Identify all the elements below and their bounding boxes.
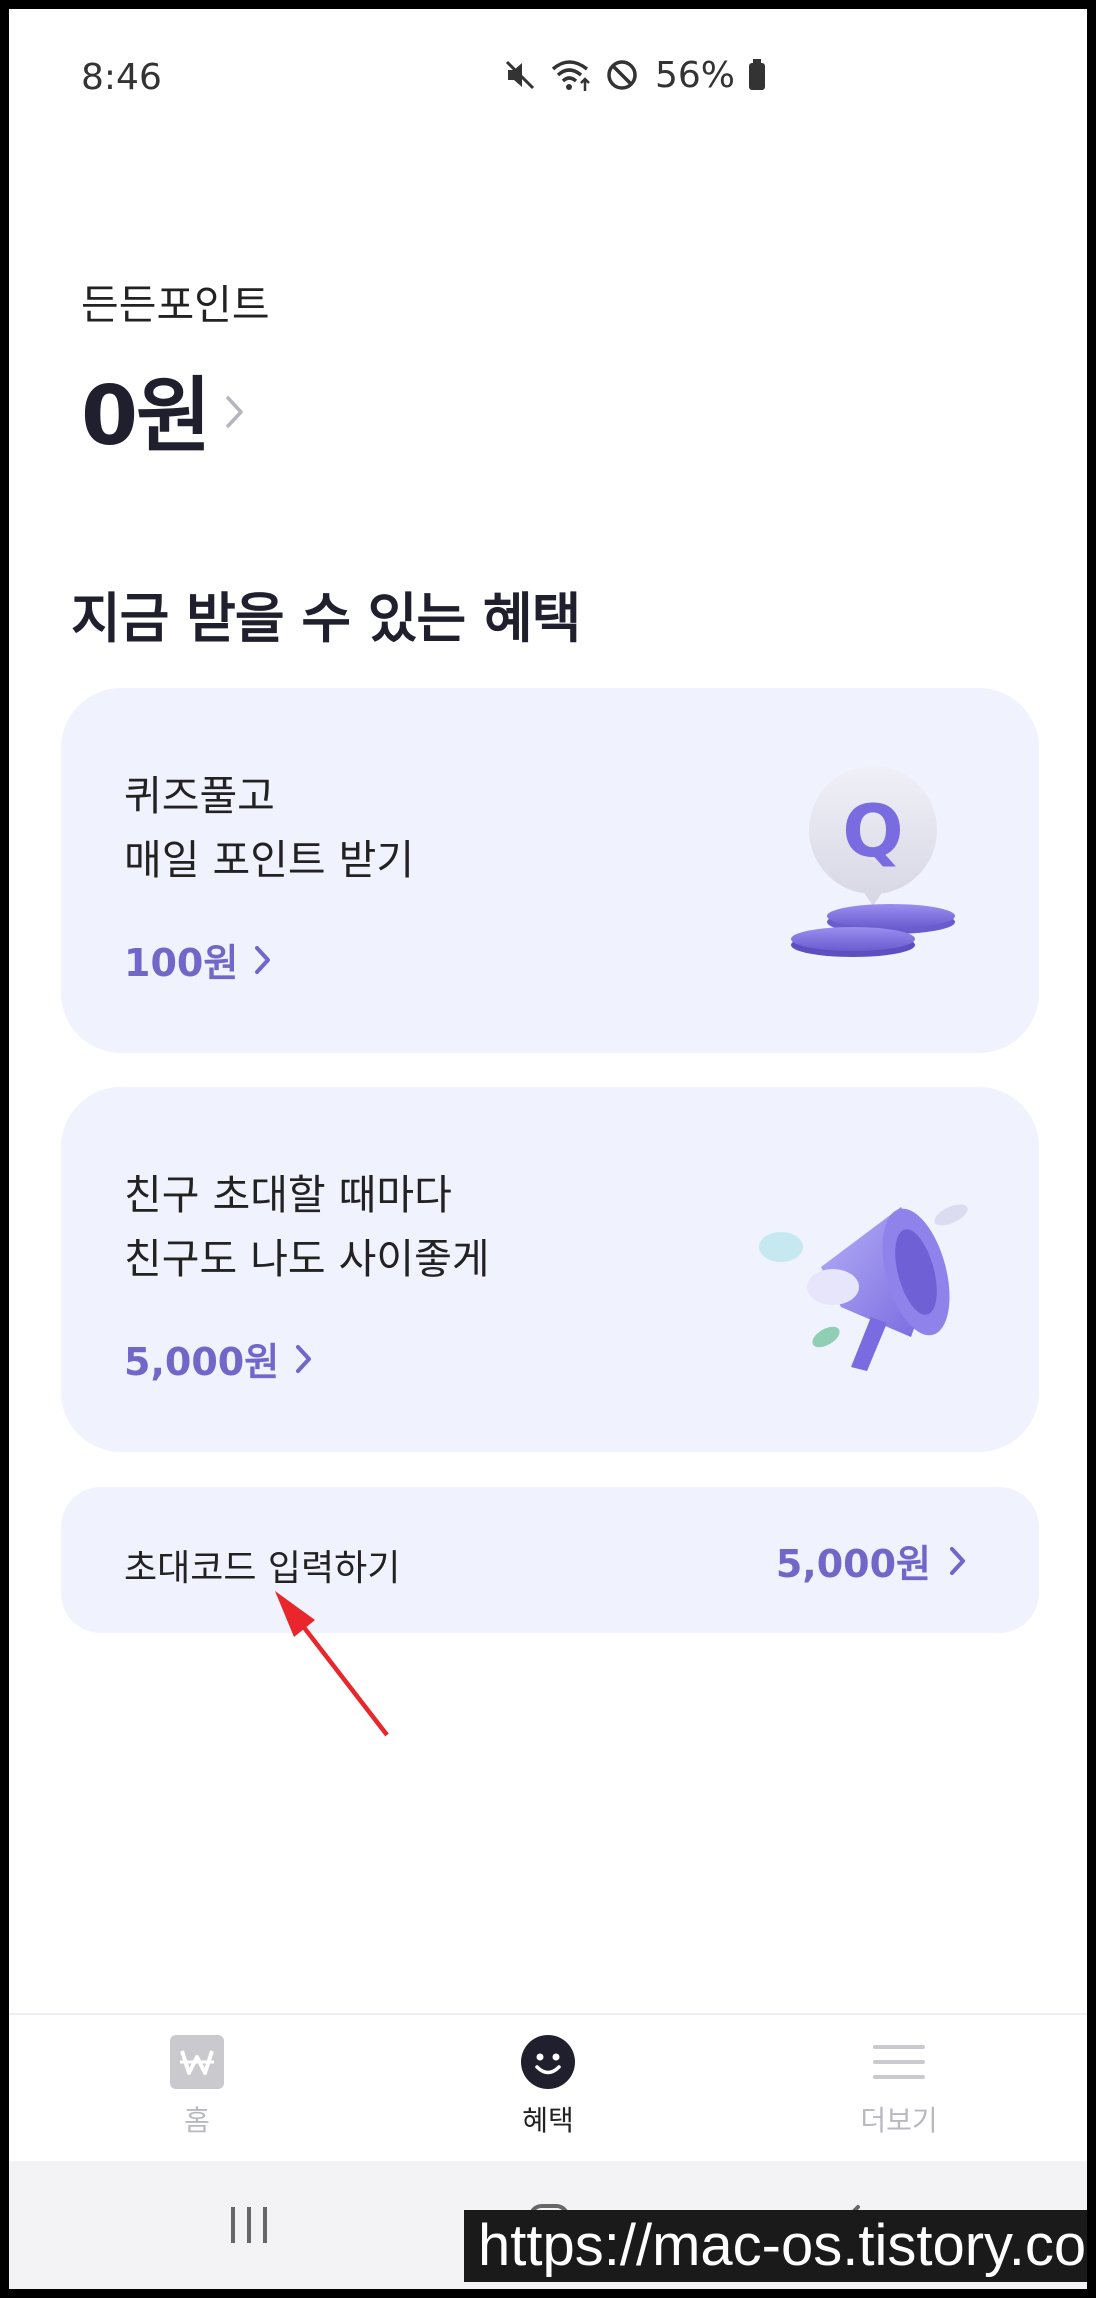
wifi-icon — [551, 60, 590, 91]
watermark: https://mac-os.tistory.com — [464, 2210, 1087, 2282]
quiz-benefit-card[interactable]: 퀴즈풀고 매일 포인트 받기 100원 Q — [61, 688, 1039, 1053]
card-reward-amount: 5,000원 — [124, 1340, 280, 1384]
card-title-line2: 친구도 나도 사이좋게 — [124, 1235, 490, 1283]
nav-home-label: 홈 — [184, 2104, 210, 2137]
nav-home[interactable]: 홈 — [107, 2035, 287, 2139]
mute-icon — [505, 60, 535, 90]
invite-code-reward-amount: 5,000원 — [775, 1542, 931, 1586]
invite-code-label: 초대코드 입력하기 — [124, 1548, 401, 1589]
chevron-right-icon — [255, 945, 271, 974]
status-icons: 56% — [503, 53, 767, 97]
bottom-navigation: 홈 혜택 더보기 — [9, 2013, 1087, 2163]
app-screen: 8:46 56% 든든포인트 0원 지금 받을 수 있는 혜택 퀴즈풀고 매일 … — [9, 9, 1087, 2289]
recent-apps-icon — [231, 2207, 267, 2243]
quiz-speech-bubble-coins-icon: Q — [791, 766, 955, 957]
menu-icon — [873, 2045, 925, 2079]
invite-code-reward: 5,000원 — [776, 1533, 967, 1588]
megaphone-icon — [759, 1204, 968, 1371]
invite-code-row[interactable]: 초대코드 입력하기 5,000원 — [61, 1487, 1039, 1633]
chevron-right-icon — [225, 395, 243, 428]
card-title-line2: 매일 포인트 받기 — [124, 836, 415, 884]
card-reward: 5,000원 — [124, 1331, 313, 1386]
battery-icon — [749, 59, 766, 90]
svg-text:Q: Q — [842, 789, 903, 873]
recent-apps-button[interactable] — [189, 2161, 309, 2289]
nav-benefits-label: 혜택 — [522, 2104, 574, 2137]
status-time: 8:46 — [81, 57, 162, 98]
card-reward-amount: 100원 — [124, 941, 239, 985]
battery-percent: 56% — [655, 54, 736, 96]
card-reward: 100원 — [124, 932, 272, 987]
points-amount: 0원 — [81, 369, 211, 464]
do-not-disturb-icon — [607, 60, 637, 90]
chevron-right-icon — [950, 1546, 965, 1575]
points-balance-link[interactable]: 0원 — [81, 349, 246, 468]
nav-more-label: 더보기 — [860, 2104, 938, 2137]
chevron-right-icon — [296, 1344, 312, 1373]
won-icon — [170, 2035, 224, 2089]
nav-more[interactable]: 더보기 — [809, 2035, 989, 2139]
nav-benefits[interactable]: 혜택 — [458, 2035, 638, 2139]
smile-icon — [521, 2035, 575, 2089]
points-label: 든든포인트 — [81, 281, 270, 329]
invite-friends-card[interactable]: 친구 초대할 때마다 친구도 나도 사이좋게 5,000원 — [61, 1087, 1039, 1452]
card-title-line1: 친구 초대할 때마다 — [124, 1171, 452, 1219]
section-title: 지금 받을 수 있는 혜택 — [71, 587, 581, 650]
card-title-line1: 퀴즈풀고 — [124, 772, 275, 820]
